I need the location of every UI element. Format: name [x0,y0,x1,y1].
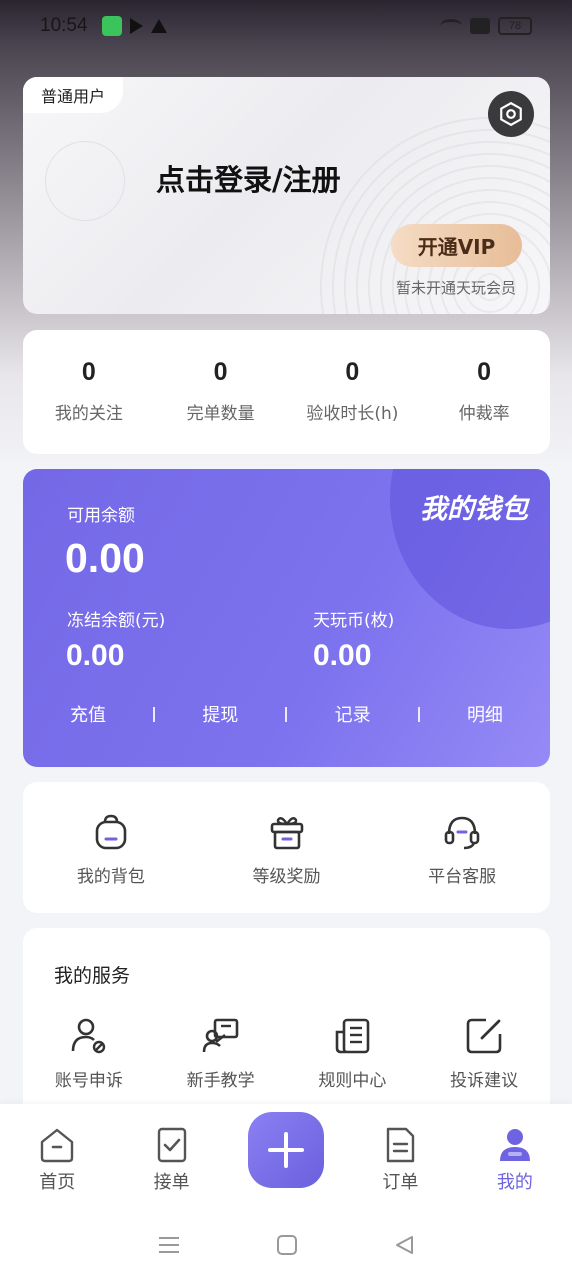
stat-completed-orders[interactable]: 0 完单数量 [155,330,287,454]
backpack-icon [95,814,127,850]
order-check-icon [157,1127,186,1163]
edit-icon [466,1018,502,1054]
user-type-badge: 普通用户 [23,77,124,113]
divider [153,706,156,722]
wallet-card[interactable]: 我的钱包 可用余额 0.00 冻结余额(元) 0.00 天玩币(枚) 0.00 … [23,469,550,767]
list-icon [387,1127,415,1163]
divider [285,706,288,722]
system-navigation [0,1209,572,1280]
status-right: 78 [440,17,532,35]
profile-card[interactable]: 普通用户 点击登录/注册 开通VIP 暂未开通天玩会员 [23,77,550,314]
service-label: 投诉建议 [450,1071,519,1091]
battery-level: 78 [508,20,522,32]
stat-value: 0 [477,358,492,386]
stat-following[interactable]: 0 我的关注 [23,330,155,454]
quick-actions-card: 我的背包 等级奖励 平台客服 [23,782,550,913]
stats-card: 0 我的关注 0 完单数量 0 验收时长(h) 0 仲裁率 [23,330,550,454]
back-icon[interactable] [393,1234,415,1256]
quick-label: 我的背包 [76,867,145,887]
records-button[interactable]: 记录 [308,701,398,727]
battery-icon: 78 [498,17,532,35]
publish-button[interactable] [248,1112,325,1188]
stat-value: 0 [81,358,96,386]
complaint-suggestion-button[interactable]: 投诉建议 [418,1016,550,1091]
gift-icon [270,817,303,850]
play-icon [129,18,143,34]
nav-me[interactable]: 我的 [458,1104,572,1194]
status-time: 10:54 [40,15,88,36]
recharge-button[interactable]: 充值 [43,701,133,727]
stat-label: 仲裁率 [458,404,510,424]
nav-accept-orders[interactable]: 接单 [114,1104,228,1194]
settings-icon [500,101,522,127]
stat-label: 完单数量 [186,404,255,424]
nav-orders[interactable]: 订单 [343,1104,457,1194]
service-label: 新手教学 [186,1071,255,1091]
document-icon [336,1018,370,1054]
customer-service-button[interactable]: 平台客服 [374,782,550,913]
nav-home[interactable]: 首页 [0,1104,114,1194]
profile-icon [499,1129,530,1161]
quick-label: 等级奖励 [252,867,321,887]
quick-label: 平台客服 [428,867,497,887]
services-title: 我的服务 [54,965,131,987]
wallet-title: 我的钱包 [420,494,528,525]
wifi-icon [440,19,462,33]
frozen-balance-label: 冻结余额(元) [67,611,166,631]
stat-acceptance-time[interactable]: 0 验收时长(h) [287,330,419,454]
warning-icon [150,19,167,33]
stat-value: 0 [213,358,228,386]
stat-label: 验收时长(h) [306,404,399,424]
services-row: 账号申诉 新手教学 规则中心 投诉建议 [23,1016,550,1091]
divider [417,706,420,722]
home-square-icon[interactable] [276,1234,298,1256]
settings-button[interactable] [488,91,534,137]
open-vip-button[interactable]: 开通VIP [391,224,522,267]
nav-label: 首页 [39,1172,76,1193]
available-balance-label: 可用余额 [67,506,135,526]
headset-icon [444,816,480,850]
stat-arbitration-rate[interactable]: 0 仲裁率 [418,330,550,454]
services-card: 我的服务 账号申诉 新手教学 规则中心 投诉建议 [23,928,550,1128]
user-appeal-icon [71,1018,106,1054]
vip-status-note: 暂未开通天玩会员 [395,279,516,297]
account-appeal-button[interactable]: 账号申诉 [23,1016,155,1091]
stat-label: 我的关注 [54,404,123,424]
sim-icon [470,18,490,34]
nav-label: 订单 [382,1172,419,1193]
nav-publish[interactable] [229,1104,343,1188]
bottom-navigation: 首页 接单 订单 我的 [0,1104,572,1209]
service-label: 账号申诉 [54,1071,123,1091]
status-bar: 10:54 78 [0,0,572,52]
service-label: 规则中心 [318,1071,387,1091]
level-rewards-button[interactable]: 等级奖励 [199,782,375,913]
plus-icon [268,1132,305,1168]
menu-icon[interactable] [157,1235,181,1255]
notification-icons [101,16,167,36]
teacher-icon [202,1018,238,1053]
stat-value: 0 [345,358,360,386]
coin-balance-value: 0.00 [313,639,372,672]
nav-label: 接单 [153,1172,190,1193]
login-register-link[interactable]: 点击登录/注册 [156,157,341,199]
nav-label: 我的 [496,1172,533,1193]
details-button[interactable]: 明细 [440,701,530,727]
my-backpack-button[interactable]: 我的背包 [23,782,199,913]
coin-balance-label: 天玩币(枚) [313,611,395,631]
withdraw-button[interactable]: 提现 [175,701,265,727]
frozen-balance-value: 0.00 [66,639,125,672]
app-notification-icon [101,16,122,36]
wallet-actions: 充值 提现 记录 明细 [43,701,530,727]
available-balance-value: 0.00 [65,535,145,581]
beginner-tutorial-button[interactable]: 新手教学 [155,1016,287,1091]
home-icon [41,1128,74,1163]
rules-center-button[interactable]: 规则中心 [287,1016,419,1091]
avatar[interactable] [45,141,125,221]
